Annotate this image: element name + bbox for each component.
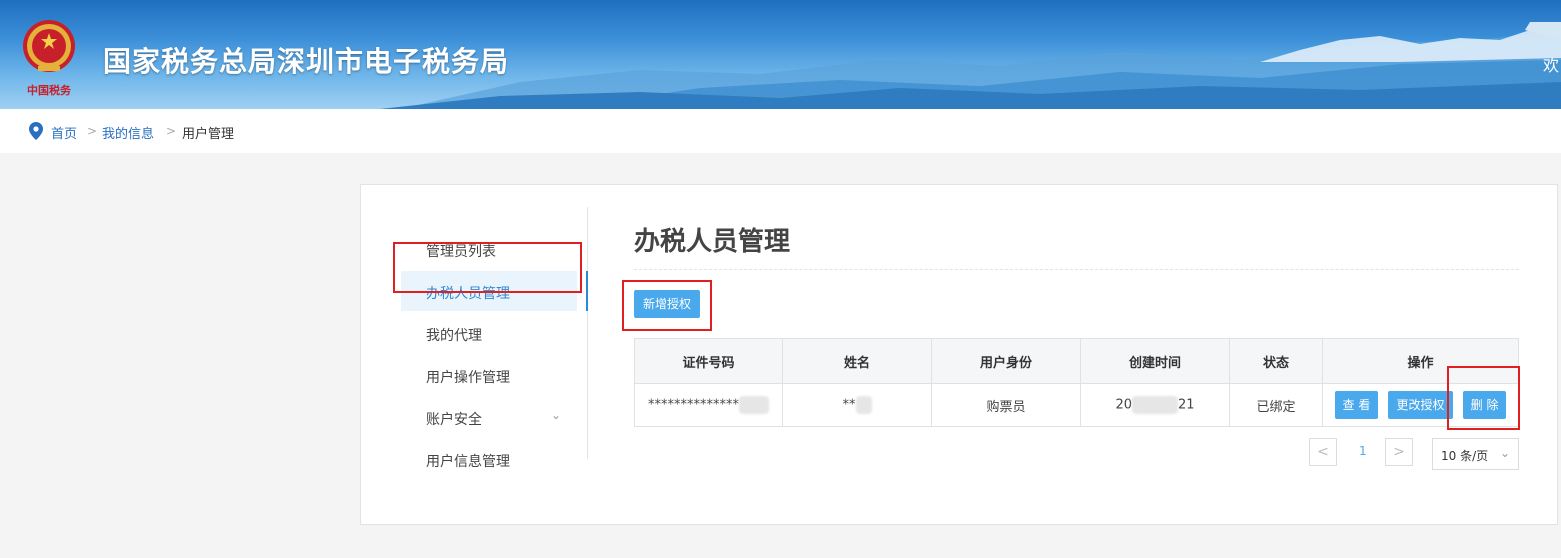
sidebar-item-user-info[interactable]: 用户信息管理 <box>401 439 577 479</box>
sidebar-item-user-operations[interactable]: 用户操作管理 <box>401 355 577 395</box>
staff-table: 证件号码 姓名 用户身份 创建时间 状态 操作 ************** *… <box>634 338 1519 427</box>
created-time-cell: 20 21 <box>1080 383 1230 427</box>
redacted-mask <box>1132 396 1178 414</box>
delete-button[interactable]: 删 除 <box>1462 391 1507 419</box>
sidebar-item-label: 我的代理 <box>426 328 482 344</box>
tax-emblem-logo: 中国税务 <box>18 16 80 98</box>
view-button[interactable]: 查 看 <box>1334 391 1379 419</box>
table-row: ************** ** 购票员 20 21 已绑定 查 看 更改授权 … <box>634 383 1519 427</box>
created-time-prefix: 20 <box>1115 397 1132 413</box>
page-size-select[interactable]: 10 条/页 ⌄ <box>1432 438 1519 470</box>
title-divider <box>634 269 1519 270</box>
page-title: 办税人员管理 <box>634 227 791 257</box>
emblem-caption: 中国税务 <box>27 83 72 97</box>
chevron-down-icon: ⌄ <box>550 408 561 422</box>
column-header: 状态 <box>1229 338 1323 384</box>
status-cell: 已绑定 <box>1229 383 1323 427</box>
redacted-mask <box>855 396 872 414</box>
breadcrumb-separator: > <box>166 124 177 138</box>
id-number-text: ************** <box>648 397 739 413</box>
site-title: 国家税务总局深圳市电子税务局 <box>103 45 510 78</box>
current-page-number[interactable]: 1 <box>1359 444 1367 458</box>
header-banner: 中国税务 国家税务总局深圳市电子税务局 欢 <box>0 0 1561 109</box>
change-authorization-button[interactable]: 更改授权 <box>1388 391 1453 419</box>
chevron-down-icon: ⌄ <box>1499 446 1510 460</box>
column-header: 姓名 <box>782 338 932 384</box>
actions-cell: 查 看 更改授权 删 除 <box>1322 383 1519 427</box>
sidebar-item-tax-staff[interactable]: 办税人员管理 <box>401 271 588 311</box>
breadcrumb-separator: > <box>87 124 98 138</box>
sidebar-item-label: 账户安全 <box>426 412 482 428</box>
column-header: 用户身份 <box>931 338 1081 384</box>
breadcrumb-my-info[interactable]: 我的信息 <box>102 123 154 142</box>
add-authorization-button[interactable]: 新增授权 <box>634 290 700 318</box>
breadcrumb: 首页 > 我的信息 > 用户管理 <box>0 109 1561 153</box>
name-cell: ** <box>782 383 932 427</box>
sidebar-item-label: 用户操作管理 <box>426 370 510 386</box>
created-time-suffix: 21 <box>1178 397 1195 413</box>
breadcrumb-home[interactable]: 首页 <box>51 123 77 142</box>
location-pin-icon <box>29 122 43 140</box>
sidebar-item-my-agency[interactable]: 我的代理 <box>401 313 577 353</box>
column-header: 创建时间 <box>1080 338 1230 384</box>
sidebar-item-account-security[interactable]: 账户安全 ⌄ <box>401 397 577 437</box>
column-header: 操作 <box>1322 338 1519 384</box>
sidebar-item-label: 管理员列表 <box>426 244 496 260</box>
role-cell: 购票员 <box>931 383 1081 427</box>
sidebar-item-label: 用户信息管理 <box>426 454 510 470</box>
next-page-button[interactable]: > <box>1385 438 1413 466</box>
name-text: ** <box>842 397 856 413</box>
table-header-row: 证件号码 姓名 用户身份 创建时间 状态 操作 <box>634 338 1519 384</box>
column-header: 证件号码 <box>634 338 783 384</box>
sidebar-nav: 管理员列表 办税人员管理 我的代理 用户操作管理 账户安全 ⌄ 用户信息管理 <box>391 207 588 470</box>
content-card: 管理员列表 办税人员管理 我的代理 用户操作管理 账户安全 ⌄ 用户信息管理 办… <box>360 184 1558 525</box>
page-size-value: 10 条/页 <box>1441 449 1489 463</box>
sidebar-item-label: 办税人员管理 <box>426 286 510 302</box>
id-number-cell: ************** <box>634 383 783 427</box>
breadcrumb-current: 用户管理 <box>182 127 235 142</box>
welcome-text: 欢 <box>1543 56 1560 75</box>
sidebar-item-admin-list[interactable]: 管理员列表 <box>401 229 577 269</box>
redacted-mask <box>739 396 769 414</box>
prev-page-button[interactable]: < <box>1309 438 1337 466</box>
